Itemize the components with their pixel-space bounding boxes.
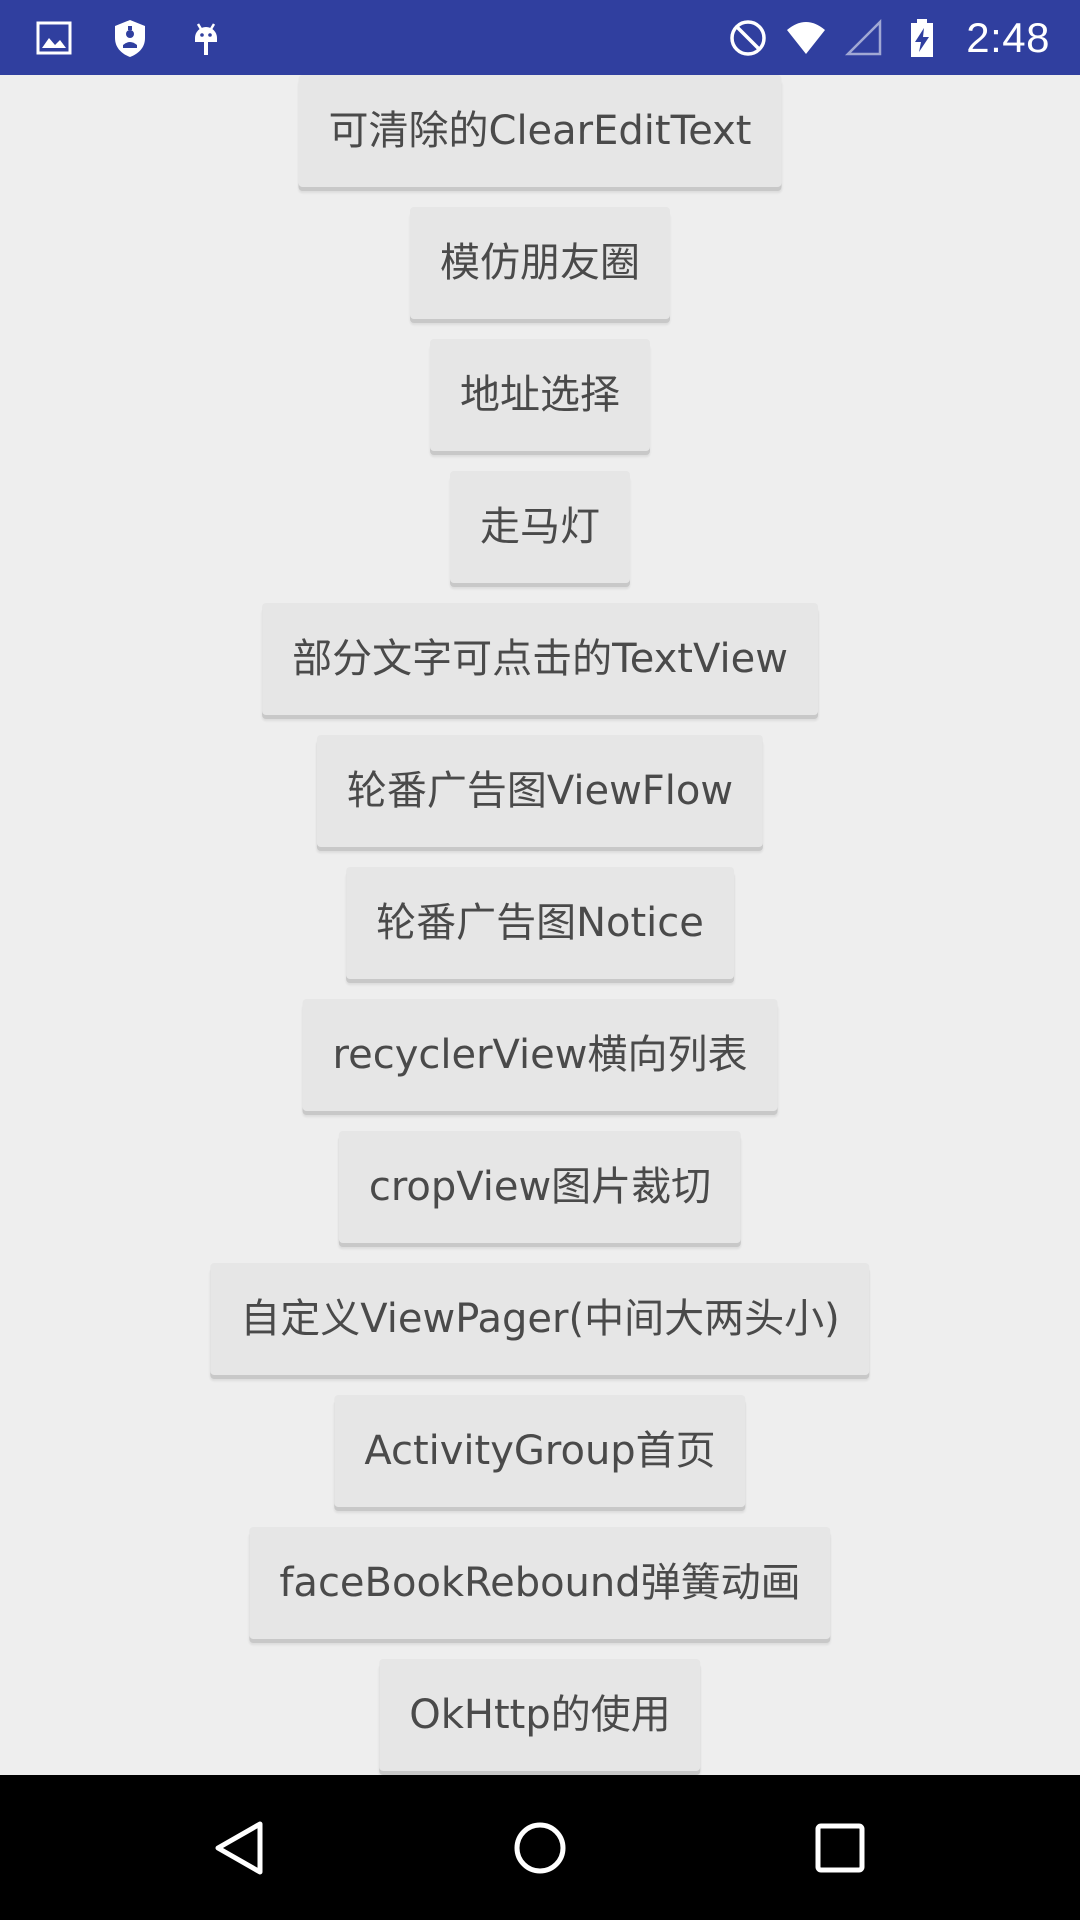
back-button[interactable]: [150, 1775, 330, 1920]
address-select-button[interactable]: 地址选择: [430, 339, 650, 451]
activitygroup-home-button[interactable]: ActivityGroup首页: [334, 1395, 746, 1507]
status-bar-system: 2:48: [728, 0, 1050, 75]
recents-icon: [815, 1823, 865, 1872]
cropview-button[interactable]: cropView图片裁切: [338, 1131, 742, 1243]
cellular-signal-icon: [844, 18, 884, 58]
status-bar: 2:48: [0, 0, 1080, 75]
gallery-icon: [34, 18, 74, 58]
android-debug-icon: [186, 18, 226, 58]
clock-time: 2:48: [966, 13, 1050, 61]
battery-charging-icon: [902, 18, 942, 58]
wifi-icon: [786, 18, 826, 58]
status-bar-notifications: [34, 0, 226, 75]
do-not-disturb-icon: [728, 18, 768, 58]
home-button[interactable]: [450, 1775, 630, 1920]
marquee-button[interactable]: 走马灯: [450, 471, 630, 583]
recents-button[interactable]: [750, 1775, 930, 1920]
security-shield-icon: [110, 18, 150, 58]
moments-button[interactable]: 模仿朋友圈: [410, 207, 670, 319]
recyclerview-horizontal-button[interactable]: recyclerView横向列表: [302, 999, 778, 1111]
notice-banner-button[interactable]: 轮番广告图Notice: [346, 867, 734, 979]
demo-button-list: 可清除的ClearEditText 模仿朋友圈 地址选择 走马灯 部分文字可点击…: [0, 75, 1080, 1775]
back-icon: [215, 1821, 263, 1874]
navigation-bar: [0, 1775, 1080, 1920]
home-icon: [514, 1822, 566, 1873]
okhttp-usage-button[interactable]: OkHttp的使用: [379, 1659, 701, 1771]
clear-edit-text-button[interactable]: 可清除的ClearEditText: [298, 75, 782, 187]
clickable-textview-button[interactable]: 部分文字可点击的TextView: [262, 603, 818, 715]
viewflow-banner-button[interactable]: 轮番广告图ViewFlow: [316, 735, 764, 847]
custom-viewpager-button[interactable]: 自定义ViewPager(中间大两头小): [210, 1263, 870, 1375]
facebook-rebound-button[interactable]: faceBookRebound弹簧动画: [249, 1527, 831, 1639]
